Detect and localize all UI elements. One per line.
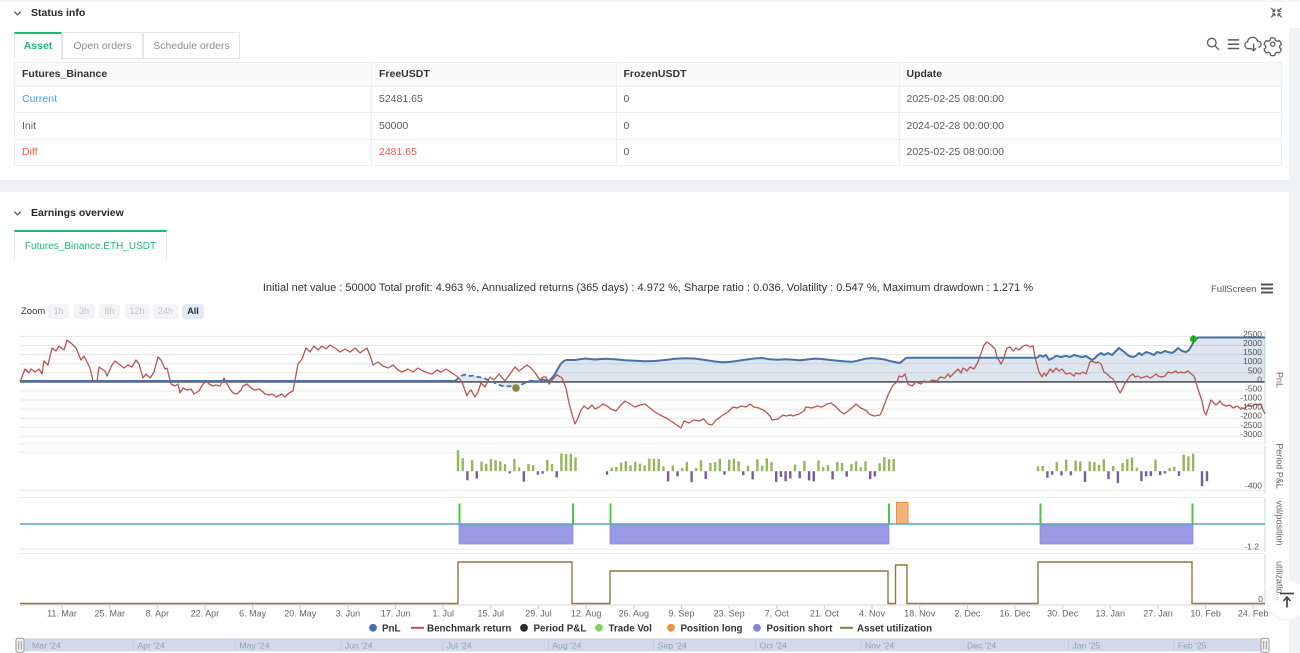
svg-text:Feb '25: Feb '25 bbox=[1178, 640, 1207, 650]
svg-text:10. Feb: 10. Feb bbox=[1190, 609, 1221, 619]
svg-text:13. Jan: 13. Jan bbox=[1096, 609, 1126, 619]
svg-text:9. Sep: 9. Sep bbox=[668, 609, 694, 619]
svg-text:21. Oct: 21. Oct bbox=[810, 609, 840, 619]
svg-text:26. Aug: 26. Aug bbox=[619, 609, 650, 619]
svg-text:Apr '24: Apr '24 bbox=[137, 640, 164, 650]
svg-text:Period P&L: Period P&L bbox=[534, 624, 587, 635]
svg-text:Dec '24: Dec '24 bbox=[967, 640, 996, 650]
svg-text:18. Nov: 18. Nov bbox=[904, 609, 936, 619]
svg-text:Position short: Position short bbox=[767, 624, 834, 635]
svg-text:Mar '24: Mar '24 bbox=[32, 640, 61, 650]
svg-text:4. Nov: 4. Nov bbox=[859, 609, 886, 619]
svg-text:PnL: PnL bbox=[382, 624, 401, 635]
svg-text:Jun '24: Jun '24 bbox=[345, 640, 373, 650]
svg-text:20. May: 20. May bbox=[284, 609, 317, 619]
svg-text:Jan '25: Jan '25 bbox=[1072, 640, 1100, 650]
svg-text:7. Oct: 7. Oct bbox=[765, 609, 790, 619]
svg-text:Trade Vol: Trade Vol bbox=[609, 624, 653, 635]
svg-text:utilizatio...: utilizatio... bbox=[1275, 561, 1285, 601]
svg-text:11. Mar: 11. Mar bbox=[47, 609, 77, 619]
svg-text:-1.2: -1.2 bbox=[1244, 542, 1259, 552]
svg-text:Sep '24: Sep '24 bbox=[658, 640, 687, 650]
svg-text:16. Dec: 16. Dec bbox=[999, 609, 1031, 619]
svg-text:12. Aug: 12. Aug bbox=[571, 609, 602, 619]
svg-text:6. May: 6. May bbox=[239, 609, 267, 619]
svg-text:22. Apr: 22. Apr bbox=[191, 609, 220, 619]
svg-text:24. Feb: 24. Feb bbox=[1238, 609, 1269, 619]
svg-text:Position long: Position long bbox=[681, 624, 743, 635]
svg-text:0: 0 bbox=[1258, 594, 1263, 604]
svg-text:25. Mar: 25. Mar bbox=[94, 609, 125, 619]
svg-text:Jul '24: Jul '24 bbox=[447, 640, 472, 650]
svg-text:-400: -400 bbox=[1245, 481, 1262, 491]
svg-text:Oct '24: Oct '24 bbox=[760, 640, 787, 650]
svg-text:3. Jun: 3. Jun bbox=[336, 609, 361, 619]
svg-text:27. Jan: 27. Jan bbox=[1143, 609, 1173, 619]
svg-text:23. Sep: 23. Sep bbox=[714, 609, 745, 619]
svg-text:vol/position: vol/position bbox=[1275, 500, 1285, 545]
svg-text:2. Dec: 2. Dec bbox=[954, 609, 981, 619]
svg-text:May '24: May '24 bbox=[239, 640, 269, 650]
svg-text:30. Dec: 30. Dec bbox=[1047, 609, 1079, 619]
svg-text:1. Jul: 1. Jul bbox=[432, 609, 454, 619]
svg-text:Asset utilization: Asset utilization bbox=[857, 624, 932, 635]
svg-text:15. Jul: 15. Jul bbox=[478, 609, 505, 619]
svg-text:17. Jun: 17. Jun bbox=[381, 609, 411, 619]
svg-text:Aug '24: Aug '24 bbox=[552, 640, 581, 650]
svg-text:Period P&L: Period P&L bbox=[1275, 443, 1285, 489]
svg-text:29. Jul: 29. Jul bbox=[525, 609, 552, 619]
svg-text:Benchmark return: Benchmark return bbox=[427, 624, 511, 635]
svg-text:8. Apr: 8. Apr bbox=[146, 609, 170, 619]
svg-text:Nov '24: Nov '24 bbox=[865, 640, 894, 650]
svg-text:PnL: PnL bbox=[1275, 372, 1285, 388]
svg-text:-3000: -3000 bbox=[1240, 429, 1262, 439]
